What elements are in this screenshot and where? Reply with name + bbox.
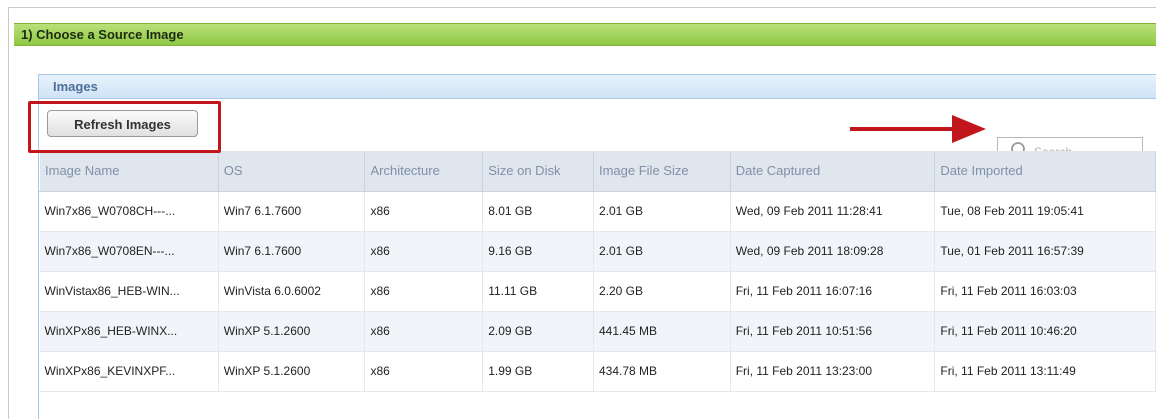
column-header-image-name[interactable]: Image Name	[39, 151, 219, 192]
cell-architecture: x86	[364, 231, 484, 272]
cell-architecture: x86	[364, 191, 484, 232]
cell-image-file-size: 2.20 GB	[593, 271, 731, 312]
cell-image-name: WinXPx86_HEB-WINX...	[39, 311, 219, 352]
table-row[interactable]: WinXPx86_HEB-WINX... WinXP 5.1.2600 x86 …	[39, 311, 1156, 352]
cell-image-file-size: 441.45 MB	[593, 311, 731, 352]
table-header-row: Image Name OS Architecture Size on Disk …	[39, 151, 1156, 192]
cell-image-name: WinVistax86_HEB-WIN...	[39, 271, 219, 312]
cell-image-file-size: 434.78 MB	[593, 351, 731, 392]
cell-date-imported: Tue, 08 Feb 2011 19:05:41	[934, 191, 1156, 232]
table-row[interactable]: WinVistax86_HEB-WIN... WinVista 6.0.6002…	[39, 271, 1156, 312]
cell-date-imported: Fri, 11 Feb 2011 16:03:03	[934, 271, 1156, 312]
cell-size-on-disk: 11.11 GB	[482, 271, 594, 312]
cell-architecture: x86	[364, 311, 484, 352]
cell-size-on-disk: 1.99 GB	[482, 351, 594, 392]
refresh-highlight-annotation	[28, 101, 221, 153]
cell-image-name: Win7x86_W0708EN---...	[39, 231, 219, 272]
column-header-architecture[interactable]: Architecture	[364, 151, 484, 192]
images-table: Image Name OS Architecture Size on Disk …	[39, 151, 1156, 392]
cell-date-captured: Wed, 09 Feb 2011 11:28:41	[730, 191, 936, 232]
column-header-os[interactable]: OS	[217, 151, 366, 192]
cell-date-imported: Fri, 11 Feb 2011 10:46:20	[934, 311, 1156, 352]
frame-divider	[8, 7, 1156, 8]
cell-date-imported: Fri, 11 Feb 2011 13:11:49	[934, 351, 1156, 392]
column-header-date-imported[interactable]: Date Imported	[934, 151, 1156, 192]
cell-size-on-disk: 8.01 GB	[482, 191, 594, 232]
cell-os: WinXP 5.1.2600	[218, 311, 366, 352]
cell-date-imported: Tue, 01 Feb 2011 16:57:39	[934, 231, 1156, 272]
cell-image-file-size: 2.01 GB	[593, 191, 731, 232]
panel-title: Images	[53, 79, 98, 94]
cell-size-on-disk: 9.16 GB	[482, 231, 594, 272]
cell-architecture: x86	[364, 271, 484, 312]
cell-size-on-disk: 2.09 GB	[482, 311, 594, 352]
column-header-date-captured[interactable]: Date Captured	[729, 151, 936, 192]
cell-image-file-size: 2.01 GB	[593, 231, 731, 272]
cell-os: Win7 6.1.7600	[218, 191, 366, 232]
cell-os: Win7 6.1.7600	[218, 231, 366, 272]
section-title: 1) Choose a Source Image	[21, 27, 184, 42]
cell-date-captured: Fri, 11 Feb 2011 16:07:16	[730, 271, 936, 312]
panel-header: Images	[39, 75, 1156, 99]
table-row[interactable]: WinXPx86_KEVINXPF... WinXP 5.1.2600 x86 …	[39, 351, 1156, 392]
red-arrow-annotation	[850, 115, 986, 143]
cell-image-name: WinXPx86_KEVINXPF...	[39, 351, 219, 392]
frame-divider	[8, 7, 9, 419]
table-row[interactable]: Win7x86_W0708EN---... Win7 6.1.7600 x86 …	[39, 231, 1156, 272]
section-header: 1) Choose a Source Image	[14, 23, 1156, 46]
cell-os: WinXP 5.1.2600	[218, 351, 366, 392]
cell-date-captured: Fri, 11 Feb 2011 10:51:56	[730, 311, 936, 352]
column-header-image-file-size[interactable]: Image File Size	[592, 151, 731, 192]
cell-architecture: x86	[364, 351, 484, 392]
cell-date-captured: Fri, 11 Feb 2011 13:23:00	[730, 351, 936, 392]
cell-image-name: Win7x86_W0708CH---...	[39, 191, 219, 232]
column-header-size-on-disk[interactable]: Size on Disk	[482, 151, 594, 192]
cell-date-captured: Wed, 09 Feb 2011 18:09:28	[730, 231, 936, 272]
cell-os: WinVista 6.0.6002	[218, 271, 366, 312]
table-row[interactable]: Win7x86_W0708CH---... Win7 6.1.7600 x86 …	[39, 191, 1156, 232]
